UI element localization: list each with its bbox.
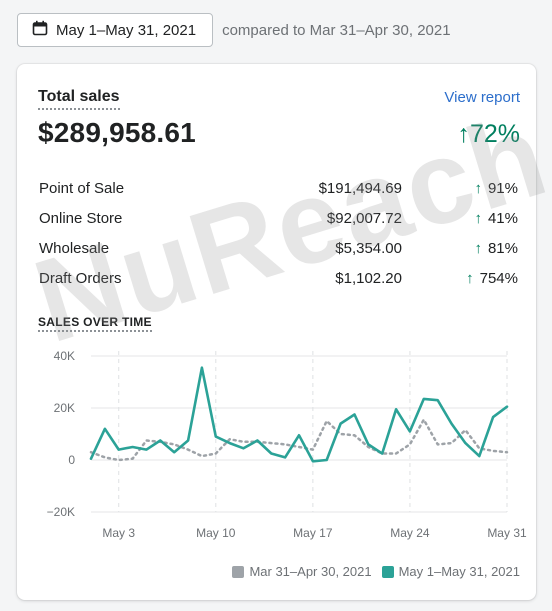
x-tick-label: May 10: [196, 526, 236, 540]
x-tick-label: May 17: [293, 526, 333, 540]
x-tick-label: May 31: [487, 526, 527, 540]
y-tick-label: 0: [68, 453, 75, 467]
legend-label: May 1–May 31, 2021: [398, 564, 520, 579]
y-tick-label: 20K: [54, 401, 75, 415]
sales-line-chart: 40K 20K 0 −20K May 3 May 10 May 17 May 24 May 31: [47, 349, 527, 540]
legend-label: Mar 31–Apr 30, 2021: [249, 564, 372, 579]
date-range-label: May 1–May 31, 2021: [56, 21, 197, 39]
comparison-text: compared to Mar 31–Apr 30, 2021: [222, 21, 451, 39]
legend-swatch: [232, 565, 245, 578]
x-tick-label: May 3: [102, 526, 135, 540]
chart-legend: Mar 31–Apr 30, 2021 May 1–May 31, 2021: [222, 564, 520, 579]
legend-item-current[interactable]: May 1–May 31, 2021: [381, 564, 520, 579]
comparison-series-line: [89, 418, 509, 462]
legend-swatch: [381, 565, 394, 578]
y-tick-label: 40K: [54, 349, 75, 363]
date-toolbar: May 1–May 31, 2021 compared to Mar 31–Ap…: [17, 12, 552, 48]
y-tick-label: −20K: [47, 505, 75, 519]
date-range-button[interactable]: May 1–May 31, 2021: [17, 13, 214, 47]
x-tick-label: May 24: [390, 526, 430, 540]
legend-item-comparison[interactable]: Mar 31–Apr 30, 2021: [232, 564, 372, 579]
calendar-icon: [32, 20, 48, 40]
total-sales-card: Total sales View report $289,958.61 ↑72%…: [17, 64, 536, 600]
